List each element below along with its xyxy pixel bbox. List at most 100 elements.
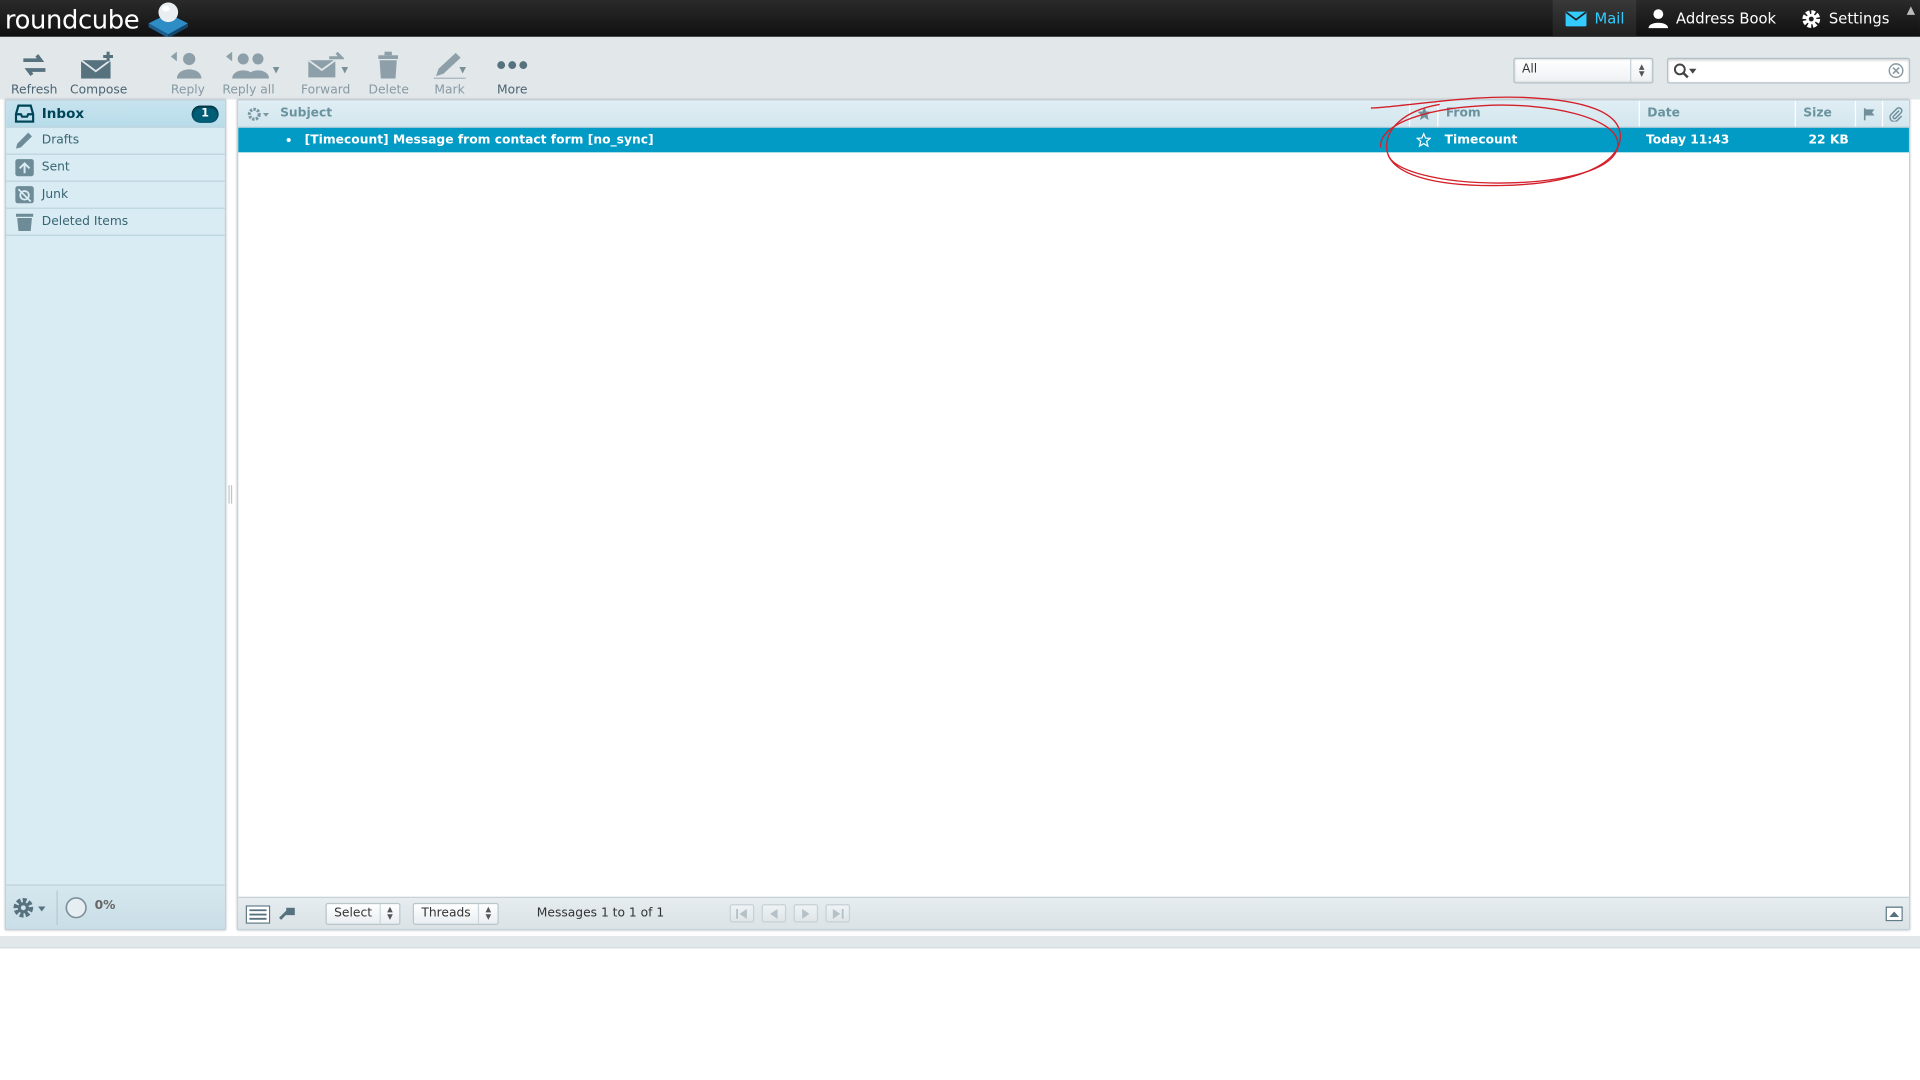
toggle-preview-pane-icon[interactable]	[1885, 906, 1903, 927]
delete-label: Delete	[368, 83, 409, 98]
roundcube-cube-icon	[144, 1, 193, 39]
forward-icon	[307, 51, 345, 78]
top-bar: roundcube Mail Address Book Settings ▲	[0, 0, 1920, 39]
task-menu: Mail Address Book Settings ▲	[1552, 0, 1920, 37]
flag-icon	[1863, 107, 1874, 120]
mark-label: Mark	[434, 83, 465, 98]
column-subject[interactable]: Subject	[280, 101, 1408, 127]
trash-icon	[15, 213, 35, 235]
message-date: Today 11:43	[1646, 133, 1730, 147]
refresh-button[interactable]: Refresh	[11, 47, 57, 97]
column-flag[interactable]	[1854, 100, 1882, 127]
filter-selected: All	[1521, 62, 1538, 77]
forward-dropdown-icon[interactable]: ▼	[341, 65, 348, 75]
message-list-header: Subject From Date Size	[238, 100, 1909, 128]
folder-deleted-items[interactable]: Deleted Items	[6, 209, 225, 236]
next-page-icon	[802, 908, 810, 919]
message-list: Subject From Date Size [Timecount] Messa…	[237, 99, 1911, 930]
person-icon	[1648, 9, 1669, 29]
folder-label: Drafts	[41, 133, 80, 148]
folder-label: Inbox	[41, 105, 85, 122]
folder-actions-gear-icon[interactable]	[12, 897, 49, 924]
reply-all-dropdown-icon[interactable]: ▼	[273, 65, 280, 75]
folder-list: Inbox 1 Drafts Sent Junk Deleted Items 0…	[4, 99, 227, 930]
reply-all-label: Reply all	[222, 83, 275, 98]
next-page-button[interactable]	[793, 904, 819, 923]
unread-dot-icon	[286, 128, 303, 153]
reply-icon	[170, 51, 202, 79]
task-settings[interactable]: Settings	[1788, 0, 1901, 37]
compose-icon	[80, 51, 114, 79]
folder-list-footer: 0%	[6, 884, 225, 929]
select-menu-button[interactable]: Select ▲ ▼	[325, 902, 401, 925]
list-options-icon[interactable]	[238, 101, 275, 127]
inbox-icon	[14, 104, 35, 126]
more-label: More	[497, 83, 528, 98]
folder-label: Deleted Items	[41, 214, 129, 229]
delete-button[interactable]: Delete	[369, 47, 409, 97]
compose-button[interactable]: Compose	[70, 47, 127, 97]
pane-splitter[interactable]	[228, 485, 233, 504]
column-from-label: From	[1445, 106, 1481, 121]
sent-icon	[15, 158, 35, 180]
folder-label: Sent	[41, 160, 70, 175]
list-layout-icon[interactable]	[245, 905, 271, 928]
quota-pie-icon	[65, 897, 87, 924]
bottom-strip	[0, 936, 1920, 949]
envelope-icon	[1565, 10, 1587, 26]
mail-preview-icon[interactable]	[279, 907, 296, 927]
reply-all-icon	[226, 51, 270, 79]
reply-all-button[interactable]: Reply all	[222, 47, 275, 98]
folder-inbox[interactable]: Inbox 1	[6, 100, 225, 128]
search-options-icon[interactable]	[1673, 63, 1698, 85]
message-list-footer: Select ▲ ▼ Threads ▲ ▼ Messages 1 to 1 of …	[238, 896, 1909, 929]
column-date[interactable]: Date	[1638, 100, 1795, 127]
threads-menu-button[interactable]: Threads ▲ ▼	[412, 902, 499, 925]
message-count: Messages 1 to 1 of 1	[536, 906, 665, 921]
quick-search	[1666, 57, 1911, 85]
select-arrows-icon: ▲ ▼	[477, 904, 498, 924]
folder-junk[interactable]: Junk	[6, 182, 225, 209]
reply-label: Reply	[170, 83, 205, 98]
more-dots-icon	[497, 61, 528, 70]
folder-sent[interactable]: Sent	[6, 155, 225, 182]
task-addressbook[interactable]: Address Book	[1637, 0, 1789, 37]
message-subject[interactable]: [Timecount] Message from contact form [n…	[305, 128, 1398, 153]
more-button[interactable]: More	[496, 47, 528, 97]
table-row[interactable]: [Timecount] Message from contact form [n…	[238, 127, 1909, 153]
first-page-button[interactable]	[729, 904, 755, 923]
column-subject-label: Subject	[280, 106, 333, 121]
search-reset-icon[interactable]	[1888, 63, 1904, 84]
previous-page-button[interactable]	[761, 904, 787, 923]
task-addressbook-label: Address Book	[1676, 9, 1777, 28]
reply-button[interactable]: Reply	[170, 47, 205, 98]
column-size[interactable]: Size	[1794, 100, 1855, 127]
message-size: 22 KB	[1808, 133, 1849, 147]
task-mail-label: Mail	[1594, 9, 1625, 28]
roundcube-logo[interactable]: roundcube	[5, 1, 193, 39]
threads-label: Threads	[421, 906, 471, 921]
mark-dropdown-icon[interactable]: ▼	[459, 65, 466, 75]
task-mail[interactable]: Mail	[1552, 0, 1637, 37]
filter-select[interactable]: All ▲ ▼	[1513, 57, 1654, 84]
compose-label: Compose	[70, 83, 128, 98]
collapse-header-icon[interactable]: ▲	[1902, 0, 1920, 37]
last-page-button[interactable]	[825, 904, 851, 923]
task-settings-label: Settings	[1828, 9, 1890, 28]
folder-drafts[interactable]: Drafts	[6, 128, 225, 155]
message-from[interactable]: Timecount	[1445, 128, 1635, 153]
column-attachment[interactable]	[1881, 100, 1909, 127]
column-size-label: Size	[1803, 106, 1832, 121]
refresh-label: Refresh	[11, 83, 58, 98]
column-from[interactable]: From	[1437, 100, 1638, 127]
last-page-icon	[832, 908, 844, 919]
pencil-icon	[15, 131, 35, 153]
column-flag-star[interactable]	[1408, 100, 1437, 127]
select-label: Select	[334, 906, 373, 921]
star-icon	[1416, 106, 1431, 121]
column-date-label: Date	[1647, 106, 1680, 121]
flag-star-icon[interactable]	[1409, 128, 1437, 153]
search-input[interactable]	[1697, 61, 1882, 80]
previous-page-icon	[770, 908, 778, 919]
trash-icon	[378, 51, 399, 79]
